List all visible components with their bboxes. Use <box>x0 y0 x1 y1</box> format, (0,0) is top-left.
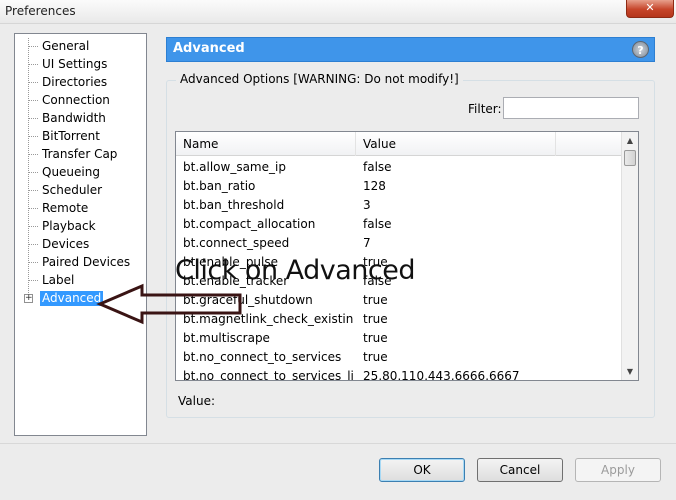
annotation-arrow-icon <box>96 283 242 325</box>
cancel-button[interactable]: Cancel <box>477 458 563 482</box>
ok-button[interactable]: OK <box>379 458 465 482</box>
apply-button[interactable]: Apply <box>575 458 661 482</box>
annotation-text: Click on Advanced <box>175 255 416 286</box>
bottom-divider <box>0 443 676 444</box>
